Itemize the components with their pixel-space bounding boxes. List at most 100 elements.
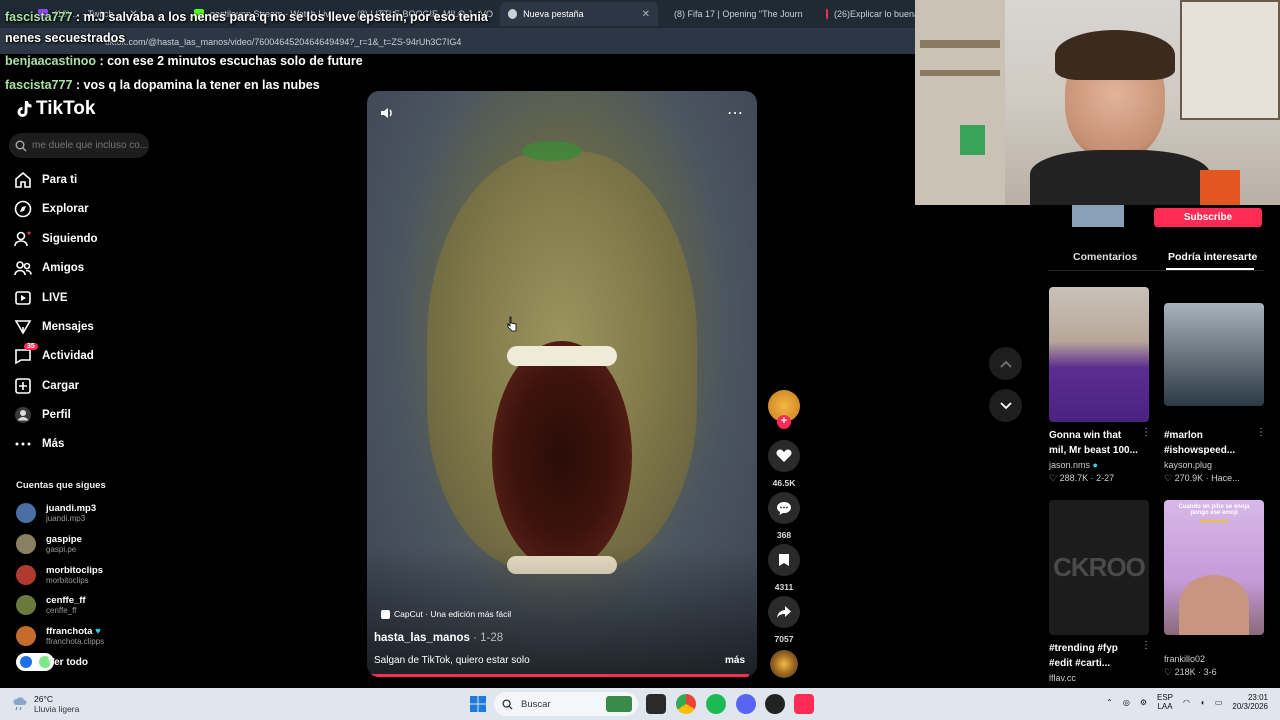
nav-profile[interactable]: Perfil (14, 402, 71, 428)
suggested-video-card[interactable]: Cuando un pibe se enoja pongo ese emoji … (1164, 500, 1264, 678)
wifi-icon[interactable]: ◠ (1183, 698, 1190, 707)
close-icon[interactable]: ✕ (642, 9, 650, 20)
nav-for-you[interactable]: Para ti (14, 167, 77, 193)
app-icon[interactable] (765, 694, 785, 714)
video-thumbnail[interactable] (1049, 287, 1149, 422)
video-progress-bar[interactable] (367, 674, 750, 677)
search-icon (502, 698, 513, 710)
windows-start-icon[interactable] (470, 696, 486, 712)
search-box[interactable] (9, 133, 149, 158)
profile-icon (14, 406, 32, 424)
volume-icon[interactable]: ◖ (1200, 698, 1205, 707)
nav-more[interactable]: Más (14, 431, 64, 457)
search-highlight-icon (606, 696, 632, 712)
avatar (16, 565, 36, 585)
browser-tab[interactable]: (8) Fifa 17 | Opening "The Journ✕ (660, 2, 815, 26)
network-icon[interactable]: ◎ (1123, 698, 1130, 707)
nav-explore[interactable]: Explorar (14, 196, 89, 222)
comment-button[interactable]: 368 (768, 492, 800, 540)
battery-icon[interactable]: ▭ (1215, 698, 1223, 707)
share-button[interactable]: 7057 (768, 596, 800, 644)
tab-divider (1048, 270, 1264, 271)
taskbar-search[interactable]: Buscar (494, 692, 638, 716)
nav-live[interactable]: LIVE (14, 285, 68, 311)
chevron-up-icon (999, 360, 1012, 368)
suggested-video-card[interactable]: ⋮ #marlon #ishowspeed... kayson.plug ♡ 2… (1164, 303, 1266, 484)
clock[interactable]: 23:01 20/3/2026 (1232, 693, 1268, 711)
search-input[interactable] (32, 140, 147, 151)
browser-tab-active[interactable]: Nueva pestaña ✕ (500, 2, 658, 26)
system-tray: ⌃ ◎ ⚙ ESP LAA ◠ ◖ ▭ 23:01 20/3/2026 (1106, 693, 1268, 711)
video-author[interactable]: hasta_las_manos · 1-28 (374, 632, 503, 644)
video-frame (507, 346, 617, 366)
following-icon (14, 230, 32, 248)
see-all-link[interactable]: Ver todo (16, 653, 88, 671)
save-button[interactable]: 4311 (768, 544, 800, 592)
suggested-video-card[interactable]: ⋮ Gonna win that mil, Mr beast 100... ja… (1049, 287, 1151, 484)
followed-account[interactable]: cenffe_ff cenffe_ff (16, 595, 86, 615)
subscribe-button[interactable]: Subscribe (1154, 208, 1262, 227)
nav-upload[interactable]: Cargar (14, 373, 79, 399)
nav-friends[interactable]: Amigos (14, 255, 84, 281)
more-options-icon[interactable]: ⋯ (727, 103, 743, 123)
music-disc-icon[interactable] (770, 650, 798, 678)
previous-video-button[interactable] (989, 347, 1022, 380)
verified-icon: ● (1092, 460, 1098, 470)
more-caption-button[interactable]: más (725, 655, 745, 666)
compass-icon (14, 200, 32, 218)
tiktok-icon[interactable] (794, 694, 814, 714)
nav-activity[interactable]: 35 Actividad (14, 343, 94, 369)
chevron-down-icon (999, 401, 1012, 409)
follow-plus-icon[interactable]: + (777, 415, 791, 429)
next-video-button[interactable] (989, 389, 1022, 422)
tab-comments[interactable]: Comentarios (1073, 251, 1137, 263)
followed-account[interactable]: morbitoclips morbitoclips (16, 565, 103, 585)
more-icon (14, 435, 32, 453)
language-indicator[interactable]: ESP LAA (1157, 693, 1173, 711)
discord-icon[interactable] (736, 694, 756, 714)
tiktok-note-icon (17, 101, 32, 117)
chat-message: nenes secuestrados (5, 31, 126, 45)
webcam-figure (960, 125, 985, 155)
chevron-up-icon[interactable]: ⌃ (1106, 698, 1113, 707)
chat-message: benjaacastinoo : con ese 2 minutos escuc… (5, 54, 363, 68)
avatar (16, 503, 36, 523)
followed-account[interactable]: ffranchota ♥ ffranchota.clipps (16, 626, 104, 646)
video-thumbnail[interactable]: CKROO (1049, 500, 1149, 635)
nav-following[interactable]: Siguiendo (14, 226, 98, 252)
file-explorer-icon[interactable] (646, 694, 666, 714)
friends-icon (14, 259, 32, 277)
live-icon (14, 289, 32, 307)
video-thumbnail[interactable]: Cuando un pibe se enoja pongo ese emoji … (1164, 500, 1264, 635)
volume-icon[interactable] (379, 105, 395, 126)
settings-icon[interactable]: ⚙ (1140, 698, 1147, 707)
more-options-icon[interactable]: ⋮ (1141, 427, 1151, 438)
followed-account[interactable]: juandi.mp3 juandi.mp3 (16, 503, 96, 523)
tiktok-logo[interactable]: TikTok (16, 98, 95, 120)
suggested-video-card[interactable]: CKROO ⋮ #trending #fyp #edit #carti... l… (1049, 500, 1151, 683)
more-options-icon[interactable]: ⋮ (1141, 640, 1151, 651)
messages-icon (14, 318, 32, 336)
more-options-icon[interactable]: ⋮ (1256, 427, 1266, 438)
browser-tab[interactable]: (26)Explicar lo buena (818, 2, 915, 26)
spotify-icon[interactable] (706, 694, 726, 714)
weather-widget[interactable]: 26°C Lluvia ligera (12, 694, 79, 714)
following-accounts-title: Cuentas que sigues (16, 480, 106, 491)
like-button[interactable]: 46.5K (768, 440, 800, 488)
globe-icon (508, 9, 518, 19)
tab-suggestions[interactable]: Podría interesarte (1168, 251, 1257, 263)
rain-cloud-icon (13, 697, 27, 711)
nav-messages[interactable]: Mensajes (14, 314, 94, 340)
followed-account[interactable]: gaspipe gaspi.pe (16, 534, 82, 554)
url-text[interactable]: tiktok.com/@hasta_las_manos/video/760046… (105, 37, 461, 47)
chrome-icon[interactable] (676, 694, 696, 714)
address-bar[interactable]: tiktok.com/@hasta_las_manos/video/760046… (0, 28, 915, 54)
verified-icon: ♥ (95, 626, 101, 637)
capcut-label[interactable]: CapCut · Una edición más fácil (381, 609, 511, 619)
activity-icon: 35 (14, 343, 38, 365)
video-thumbnail[interactable] (1164, 303, 1264, 406)
video-caption: Salgan de TikTok, quiero estar solo (374, 655, 530, 666)
video-frame (522, 141, 582, 161)
video-player[interactable]: ⋯ CapCut · Una edición más fácil hasta_l… (367, 91, 757, 677)
avatar (16, 595, 36, 615)
